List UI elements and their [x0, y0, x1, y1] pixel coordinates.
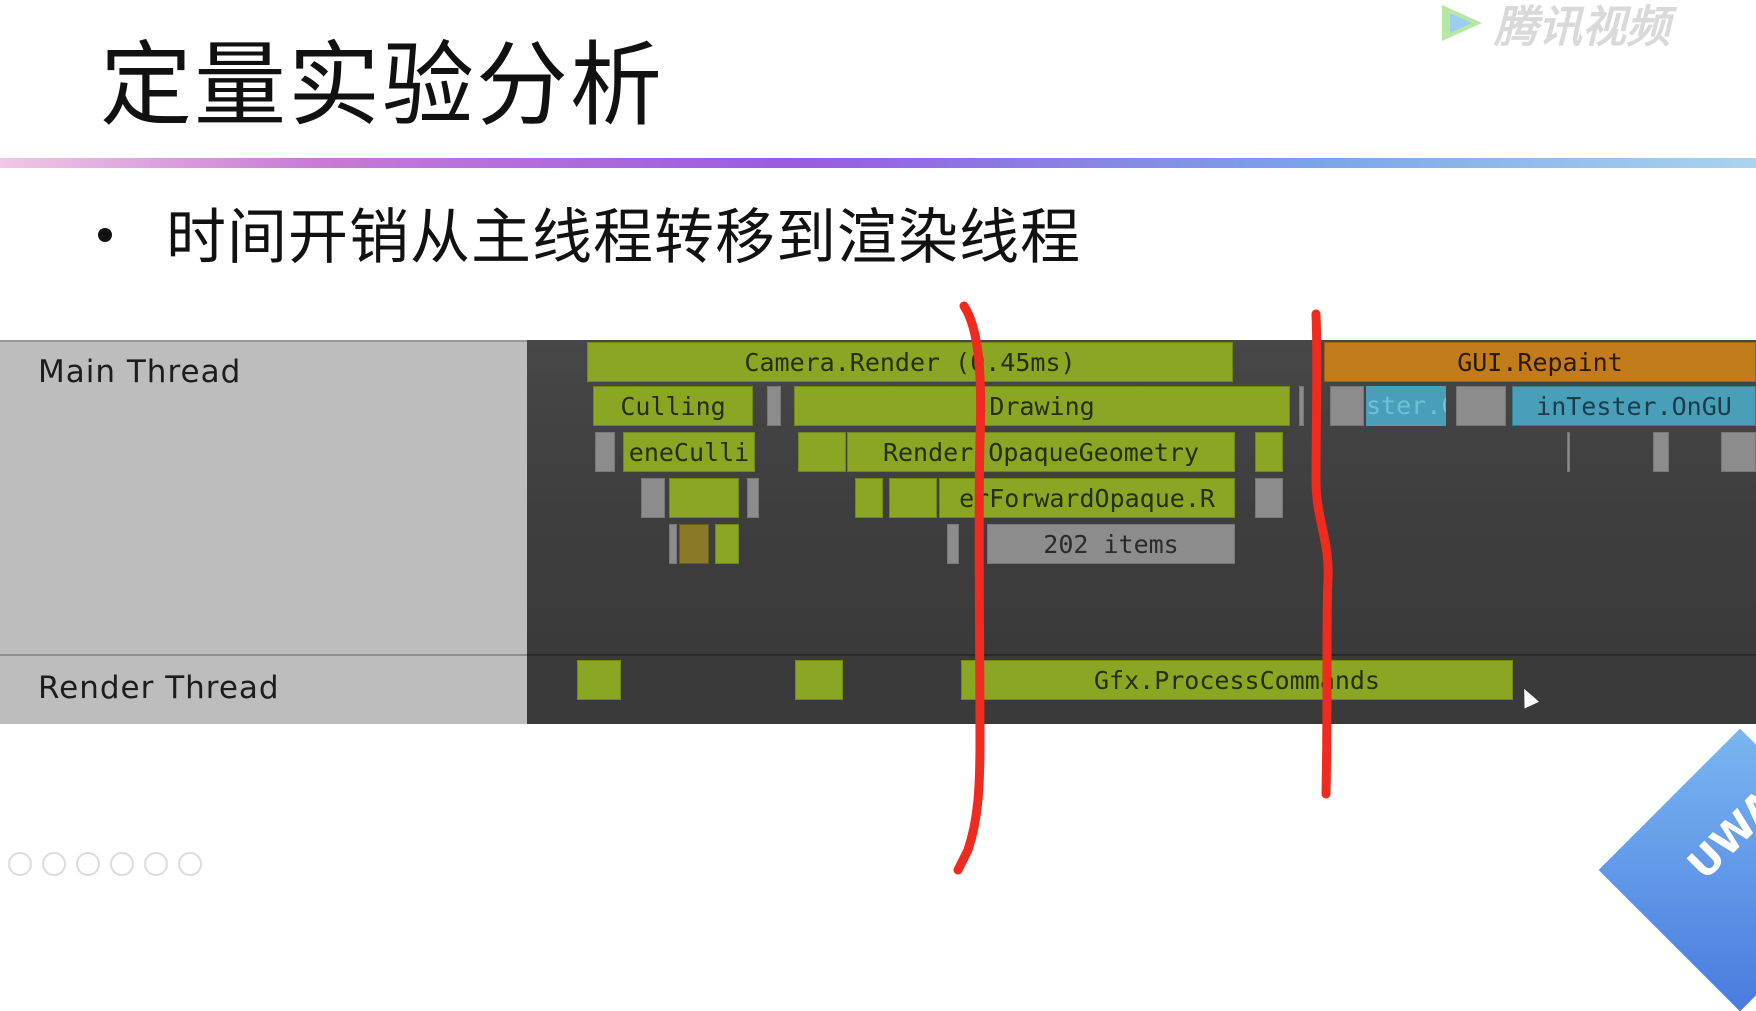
nav-back-icon[interactable]: [8, 852, 32, 876]
nav-forward-icon[interactable]: [42, 852, 66, 876]
nav-menu-icon[interactable]: [110, 852, 134, 876]
nav-more-icon[interactable]: [178, 852, 202, 876]
nav-pen-icon[interactable]: [76, 852, 100, 876]
annotation-red-line-left: [953, 301, 986, 875]
annotation-red-line-right: [1311, 309, 1333, 799]
annotation-overlay: [953, 301, 1333, 875]
slide-navigation: [8, 852, 202, 876]
nav-zoom-icon[interactable]: [144, 852, 168, 876]
